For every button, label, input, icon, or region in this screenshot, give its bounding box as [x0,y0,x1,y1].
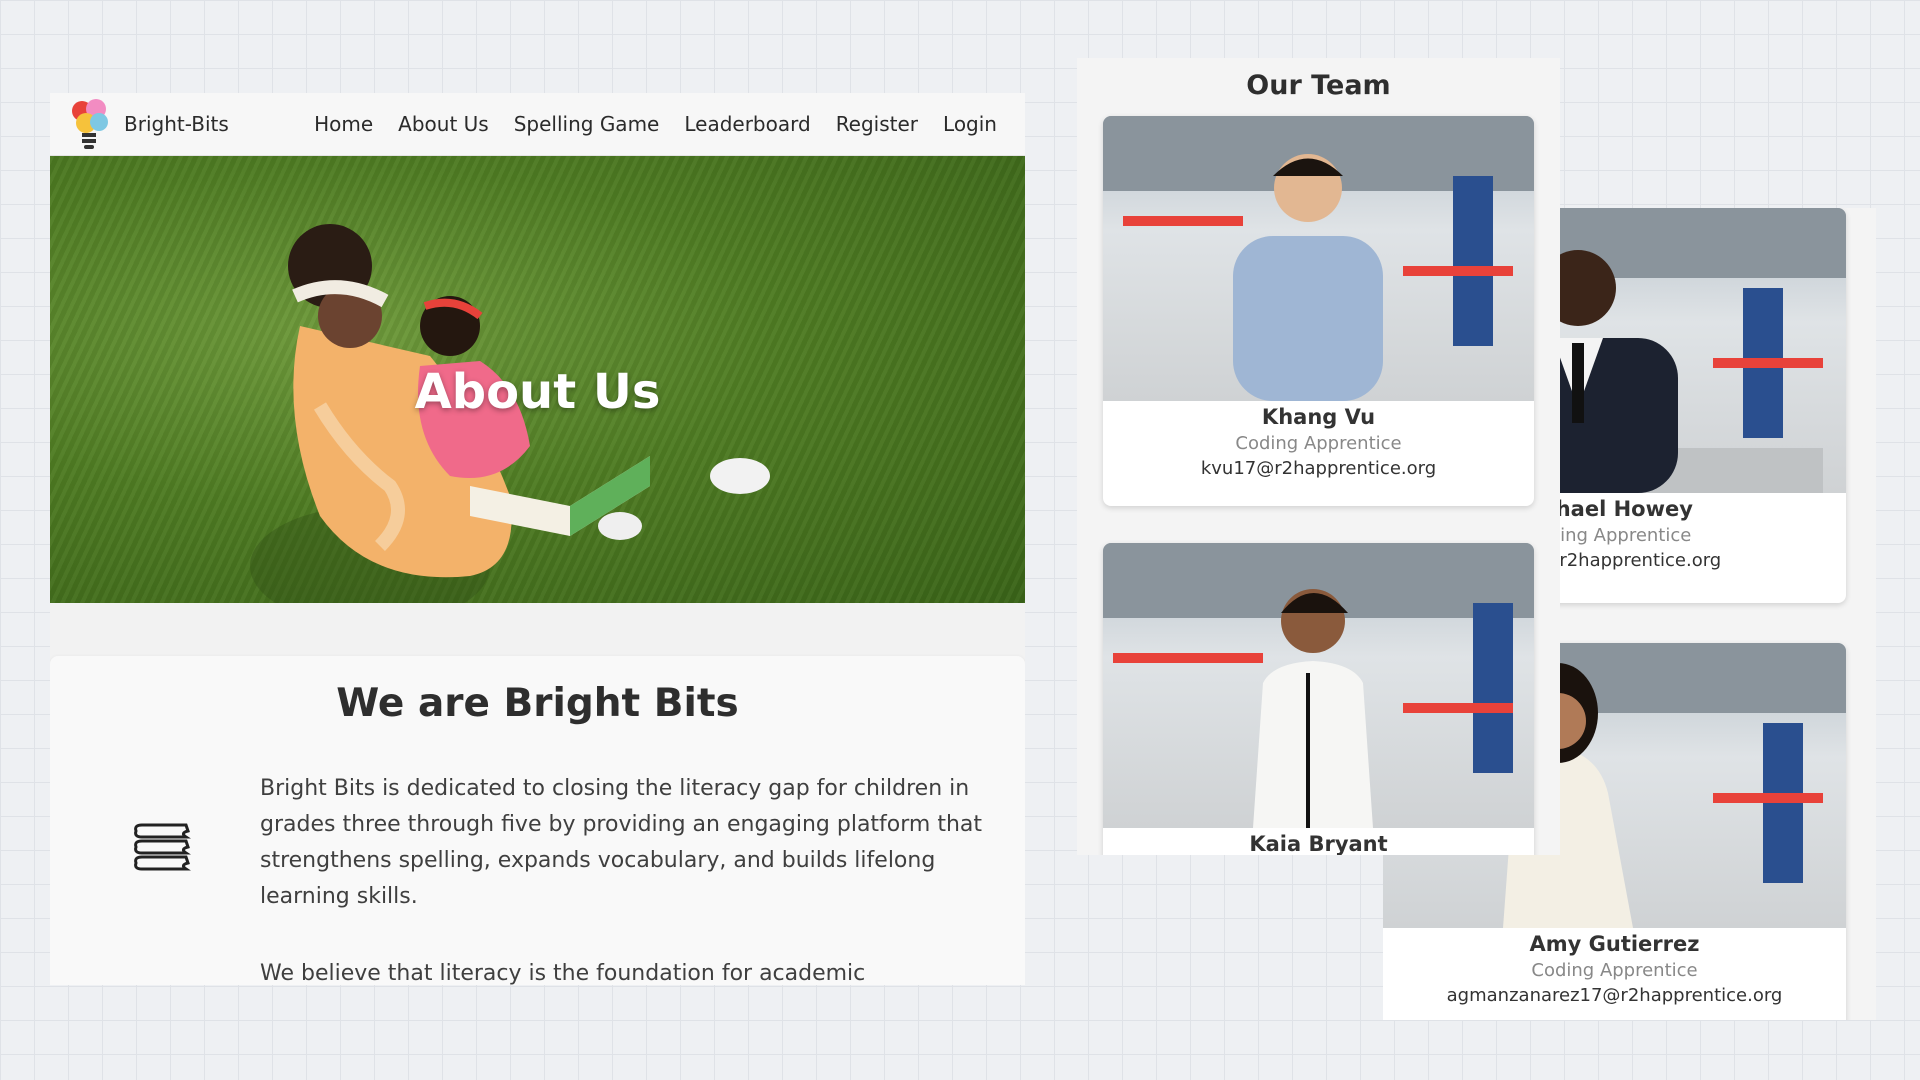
team-window-front: Our Team Khang Vu Coding Apprentice kvu1… [1077,58,1560,855]
member-email[interactable]: agmanzanarez17@r2happrentice.org [1383,985,1846,1006]
nav-menu: Home About Us Spelling Game Leaderboard … [314,112,997,136]
member-photo [1103,116,1534,401]
books-stack-icon [130,821,194,877]
member-name: Khang Vu [1261,405,1376,429]
nav-leaderboard[interactable]: Leaderboard [684,112,810,136]
nav-register[interactable]: Register [836,112,918,136]
nav-about-us[interactable]: About Us [398,112,489,136]
nav-spelling-game[interactable]: Spelling Game [514,112,660,136]
navbar: Bright-Bits Home About Us Spelling Game … [50,93,1025,156]
lightbulb-puzzle-icon[interactable] [66,95,112,153]
about-card: We are Bright Bits Bright Bits is dedica… [50,656,1025,985]
team-card-khang: Khang Vu Coding Apprentice kvu17@r2happr… [1103,116,1534,506]
member-name: Kaia Bryant [1249,832,1388,855]
about-paragraph-1: Bright Bits is dedicated to closing the … [260,776,983,909]
nav-login[interactable]: Login [943,112,997,136]
team-card-kaia: Kaia Bryant [1103,543,1534,855]
about-page-window: Bright-Bits Home About Us Spelling Game … [50,93,1025,985]
hero-banner: About Us [50,156,1025,603]
about-heading: We are Bright Bits [336,681,739,726]
hero-title: About Us [414,364,661,420]
member-email[interactable]: kvu17@r2happrentice.org [1103,458,1534,479]
about-paragraph-2: We believe that literacy is the foundati… [260,961,866,985]
brand-name[interactable]: Bright-Bits [124,112,229,136]
team-title: Our Team [1246,70,1391,101]
member-role: Coding Apprentice [1235,433,1402,454]
member-name: Amy Gutierrez [1529,932,1700,956]
nav-home[interactable]: Home [314,112,373,136]
member-role: Coding Apprentice [1531,960,1698,981]
member-photo [1103,543,1534,828]
